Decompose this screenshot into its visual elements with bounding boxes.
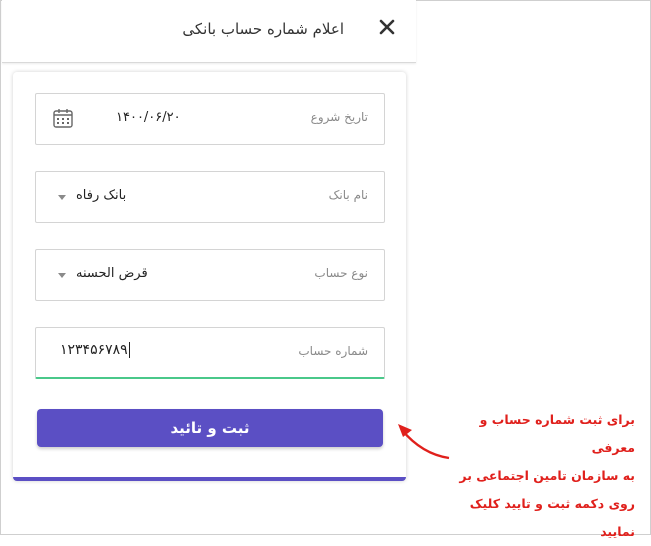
bank-name-label: نام بانک — [328, 188, 368, 202]
dialog-header: اعلام شماره حساب بانکی — [2, 0, 416, 63]
instruction-line: به سازمان تامین اجتماعی بر — [459, 468, 635, 483]
account-number-input: ۱۲۳۴۵۶۷۸۹ — [60, 342, 130, 358]
calendar-icon[interactable] — [52, 107, 74, 133]
bank-name-value: بانک رفاه — [76, 188, 127, 203]
account-number-label: شماره حساب — [298, 344, 368, 358]
instruction-note: برای ثبت شماره حساب و معرفی به سازمان تا… — [435, 406, 635, 546]
instruction-line: نمایید — [600, 524, 635, 539]
instruction-line: برای ثبت شماره حساب و معرفی — [479, 412, 635, 455]
account-number-value: ۱۲۳۴۵۶۷۸۹ — [60, 342, 128, 358]
close-icon[interactable] — [376, 16, 398, 38]
account-type-select[interactable]: نوع حساب قرض الحسنه — [35, 249, 385, 301]
text-cursor — [128, 342, 130, 358]
start-date-label: تاریخ شروع — [310, 110, 368, 124]
submit-button[interactable]: ثبت و تائید — [37, 409, 383, 447]
dialog-title: اعلام شماره حساب بانکی — [182, 20, 344, 38]
account-number-field[interactable]: شماره حساب ۱۲۳۴۵۶۷۸۹ — [35, 327, 385, 379]
instruction-line: روی دکمه ثبت و تایید کلیک — [469, 496, 635, 511]
chevron-down-icon[interactable] — [58, 273, 66, 278]
bank-name-select[interactable]: نام بانک بانک رفاه — [35, 171, 385, 223]
chevron-down-icon[interactable] — [58, 195, 66, 200]
bank-account-form: تاریخ شروع ۱۴۰۰/۰۶/۲۰ نام بانک بانک رفاه… — [13, 72, 406, 481]
start-date-value: ۱۴۰۰/۰۶/۲۰ — [116, 110, 181, 125]
start-date-field[interactable]: تاریخ شروع ۱۴۰۰/۰۶/۲۰ — [35, 93, 385, 145]
account-type-label: نوع حساب — [314, 266, 368, 280]
account-type-value: قرض الحسنه — [76, 266, 148, 281]
